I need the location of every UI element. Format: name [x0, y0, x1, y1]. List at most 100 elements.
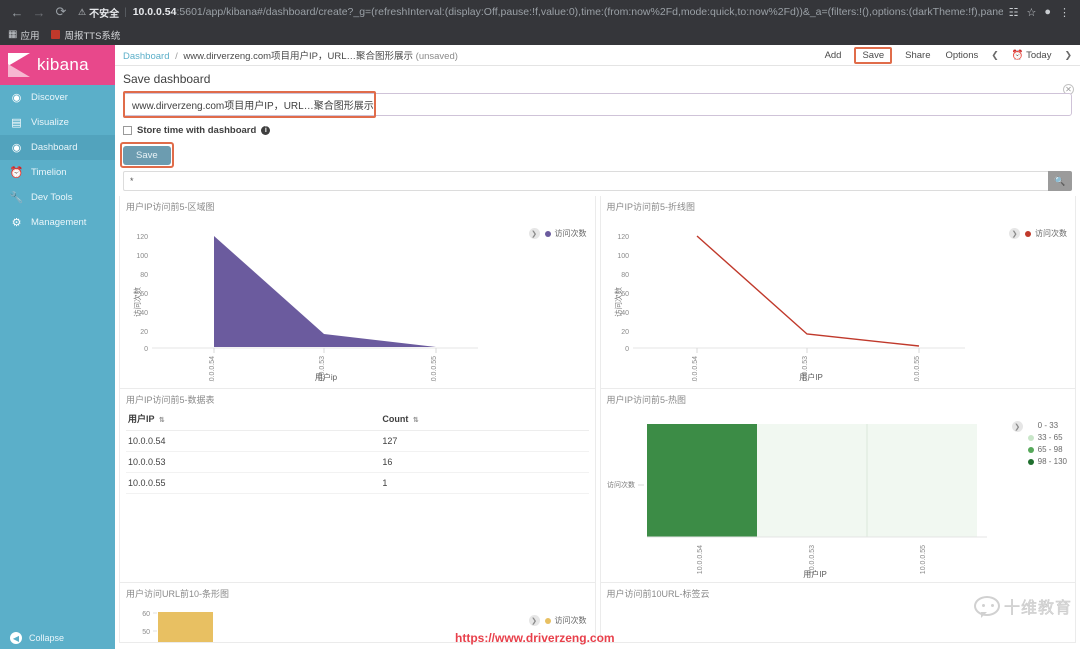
legend-item[interactable]: 65 - 98	[1027, 445, 1067, 454]
address-bar[interactable]: ⚠ 不安全 | 10.0.0.54 :5601/app/kibana#/dash…	[78, 3, 1003, 22]
sidebar-item-visualize[interactable]: ▤ Visualize	[0, 110, 115, 135]
breadcrumb-state: (unsaved)	[415, 51, 458, 62]
y-tick: 100	[617, 253, 629, 260]
table-row[interactable]: 10.0.0.54 127	[126, 430, 589, 452]
security-label: 不安全	[89, 8, 120, 20]
url-path: :5601/app/kibana#/dashboard/create?_g=(r…	[176, 6, 1003, 18]
heatmap-cell	[756, 424, 867, 537]
legend-label: 访问次数	[554, 229, 587, 238]
browser-chrome: ← → ⟳ ⚠ 不安全 | 10.0.0.54 :5601/app/kibana…	[0, 0, 1080, 45]
column-label: Count	[382, 413, 409, 424]
profile-avatar-icon[interactable]: ●	[1044, 6, 1051, 18]
wrench-icon: 🔧	[9, 192, 24, 204]
column-header-count[interactable]: Count ⇅	[380, 407, 589, 431]
share-button[interactable]: Share	[903, 49, 932, 62]
chevron-right-icon[interactable]: ❯	[1064, 50, 1072, 61]
legend-item[interactable]: 访问次数	[1025, 228, 1067, 239]
panel-area-chart[interactable]: 用户IP访问前5-区域图 ❯ 访问次数 访问次数 120 100 80 60 4…	[119, 196, 596, 389]
time-range-label: Today	[1026, 49, 1052, 61]
y-tick: 20	[621, 329, 629, 336]
tag-cloud: /123.html /AppStore	[772, 641, 891, 642]
x-tick: 10.0.0.54	[692, 356, 699, 382]
sidebar-item-discover[interactable]: ◉ Discover	[0, 85, 115, 110]
legend-item[interactable]: 访问次数	[544, 615, 587, 626]
area-series	[214, 236, 436, 347]
table-header-row: 用户IP ⇅ Count ⇅	[126, 407, 589, 431]
tag[interactable]: /123.html	[772, 641, 824, 642]
chevron-right-circle-icon[interactable]: ❯	[528, 228, 540, 239]
panel-heatmap[interactable]: 用户IP访问前5-热图 ❯ 0 - 33 33 - 65 65 - 98 98 …	[599, 389, 1076, 583]
panel-title: 用户IP访问前5-数据表	[126, 395, 215, 405]
store-time-row[interactable]: Store time with dashboard i	[123, 125, 1072, 136]
breadcrumb-root[interactable]: Dashboard	[123, 51, 169, 62]
browser-action-icons: ☷ ☆ ● ⋮	[1009, 6, 1074, 19]
legend: ❯ 访问次数	[528, 228, 587, 239]
chevron-right-circle-icon[interactable]: ❯	[528, 615, 540, 626]
browser-toolbar: ← → ⟳ ⚠ 不安全 | 10.0.0.54 :5601/app/kibana…	[0, 0, 1080, 24]
tag[interactable]: /AppStore	[834, 641, 891, 642]
title-input-row	[123, 91, 1072, 118]
bookmark-tts[interactable]: 周报TTS系统	[51, 28, 120, 42]
dashboard-icon: ◉	[11, 142, 22, 154]
warning-triangle-icon: ⚠	[78, 6, 87, 17]
y-tick: 50	[142, 629, 150, 636]
time-picker[interactable]: ⏰ Today	[1010, 49, 1054, 62]
column-header-ip[interactable]: 用户IP ⇅	[126, 407, 381, 431]
legend-color-swatch	[1025, 230, 1031, 237]
legend: ❯ 0 - 33 33 - 65 65 - 98 98 - 130	[1011, 421, 1067, 466]
bookmark-star-icon[interactable]: ☆	[1026, 6, 1036, 19]
search-input[interactable]	[123, 171, 1048, 191]
legend-item[interactable]: 访问次数	[544, 228, 587, 239]
heatmap-svg: 访问次数 10.0.0.54 10.0.0.53 10.0.0.55 用户IP	[607, 424, 987, 579]
y-tick: 0	[625, 346, 629, 353]
chevron-right-circle-icon[interactable]: ❯	[1011, 421, 1023, 432]
legend-label: 0 - 33	[1037, 421, 1059, 430]
x-tick: 10.0.0.55	[914, 356, 921, 382]
forward-arrow-icon[interactable]: →	[28, 2, 50, 22]
omnibox-divider: |	[124, 6, 127, 18]
sort-icon[interactable]: ⇅	[159, 417, 165, 424]
sidebar-item-dev-tools[interactable]: 🔧 Dev Tools	[0, 185, 115, 210]
collapse-button[interactable]: ◀ Collapse	[0, 627, 115, 649]
cell-ip: 10.0.0.53	[126, 451, 381, 473]
y-tick: 120	[617, 234, 629, 241]
legend-color-swatch	[544, 230, 551, 237]
dashboard-title-input[interactable]	[123, 93, 1072, 116]
legend-item[interactable]: 98 - 130	[1027, 457, 1067, 466]
chevron-left-icon[interactable]: ❮	[991, 50, 999, 61]
legend-item[interactable]: 0 - 33	[1028, 421, 1067, 430]
kebab-menu-icon[interactable]: ⋮	[1059, 6, 1070, 19]
dashboard-menu: Add Save Share Options ❮ ⏰ Today ❯	[823, 46, 1072, 64]
chevron-left-circle-icon: ◀	[10, 632, 22, 644]
save-menu-button[interactable]: Save	[854, 46, 893, 64]
info-icon[interactable]: i	[261, 126, 271, 135]
save-button[interactable]: Save	[123, 146, 171, 165]
sort-icon[interactable]: ⇅	[413, 417, 419, 424]
line-series	[696, 235, 919, 347]
legend: ❯ 访问次数	[528, 615, 587, 626]
search-icon[interactable]: 🔍	[1048, 171, 1072, 191]
chevron-right-circle-icon[interactable]: ❯	[1009, 228, 1020, 239]
options-button[interactable]: Options	[943, 49, 980, 62]
panel-line-chart[interactable]: 用户IP访问前5-折线图 ❯ 访问次数 访问次数 120 100 80 60 4…	[599, 196, 1076, 389]
legend-item[interactable]: 33 - 65	[1027, 433, 1067, 442]
clock-icon: ⏰	[9, 167, 24, 179]
y-tick: 60	[142, 611, 150, 618]
store-time-checkbox[interactable]	[123, 126, 132, 135]
line-chart-svg: 访问次数 120 100 80 60 40 20 0 10.0.0.54 10.…	[613, 234, 965, 385]
panel-data-table[interactable]: 用户IP访问前5-数据表 用户IP ⇅ Count ⇅ 10.0.0.54 12…	[119, 389, 596, 583]
table-row[interactable]: 10.0.0.53 16	[126, 451, 589, 473]
save-dashboard-panel: Save dashboard ✕ Store time with dashboa…	[115, 66, 1080, 168]
reload-icon[interactable]: ⟳	[50, 2, 72, 22]
table-row[interactable]: 10.0.0.55 1	[126, 472, 589, 494]
y-tick: 40	[621, 310, 629, 317]
query-bar: 🔍	[115, 165, 1080, 196]
panel-title: 用户IP访问前5-折线图	[606, 202, 696, 212]
back-arrow-icon[interactable]: ←	[6, 2, 28, 22]
sidebar-item-timelion[interactable]: ⏰ Timelion	[0, 160, 115, 185]
bookmark-apps[interactable]: ▦ 应用	[8, 28, 39, 42]
sidebar-item-management[interactable]: ⚙ Management	[0, 210, 115, 235]
sidebar-item-dashboard[interactable]: ◉ Dashboard	[0, 135, 115, 160]
extension-icon[interactable]: ☷	[1009, 6, 1019, 19]
add-button[interactable]: Add	[823, 49, 844, 62]
